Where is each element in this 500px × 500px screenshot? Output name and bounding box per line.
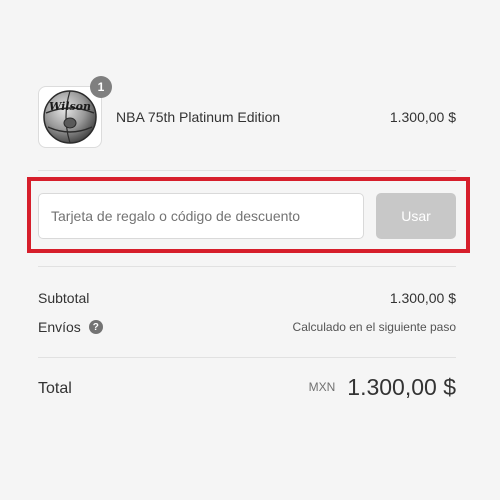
product-name: NBA 75th Platinum Edition — [116, 109, 281, 125]
quantity-badge: 1 — [90, 76, 112, 98]
shipping-label: Envíos — [38, 319, 81, 335]
total-label: Total — [38, 380, 72, 397]
currency-code: MXN — [308, 380, 336, 394]
divider — [38, 170, 456, 171]
cart-line-item: Wilson 1 NBA 75th Platinum Edition 1.300… — [38, 76, 456, 148]
discount-code-input[interactable] — [38, 193, 364, 239]
question-icon[interactable]: ? — [88, 320, 103, 335]
product-price: 1.300,00 $ — [389, 109, 456, 125]
subtotal-value: 1.300,00 $ — [389, 290, 456, 306]
divider — [38, 357, 456, 358]
shipping-value: Calculado en el siguiente paso — [292, 320, 456, 334]
divider — [38, 266, 456, 267]
total-amount: MXN 1.300,00 $ — [309, 374, 456, 401]
apply-discount-button[interactable]: Usar — [376, 193, 456, 239]
subtotal-label: Subtotal — [38, 290, 90, 306]
product-thumbnail: Wilson — [38, 86, 102, 148]
brand-logo-text: Wilson — [49, 100, 91, 113]
basketball-icon: Wilson — [43, 90, 97, 144]
total-value: 1.300,00 $ — [347, 374, 456, 400]
shipping-row: Envíos? — [38, 319, 103, 335]
